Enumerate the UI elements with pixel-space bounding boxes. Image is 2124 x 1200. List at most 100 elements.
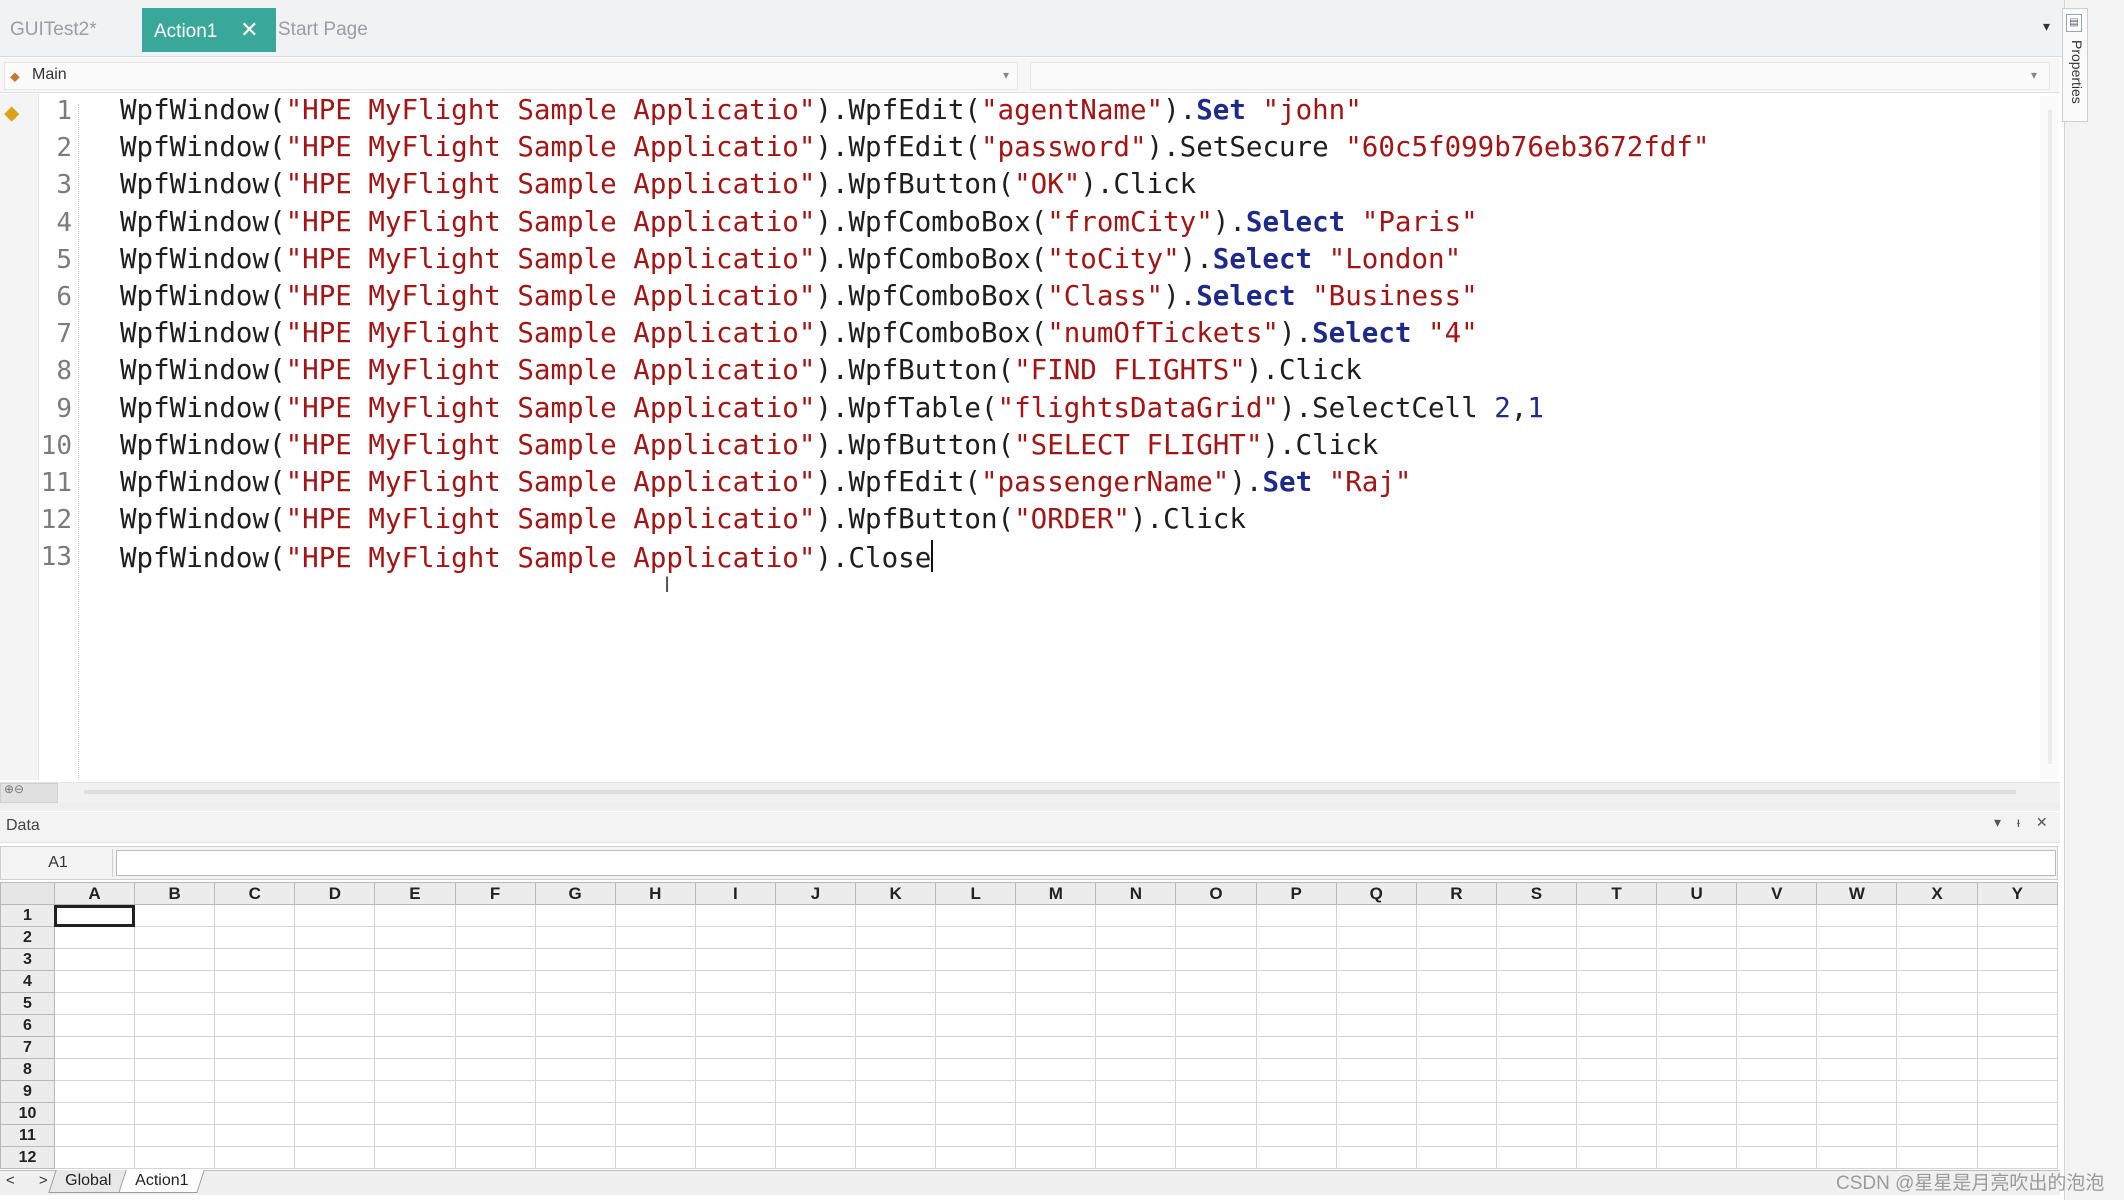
cell[interactable] <box>374 1102 456 1125</box>
cell[interactable] <box>1335 1058 1417 1081</box>
cell[interactable] <box>534 904 616 927</box>
cell[interactable] <box>294 992 376 1015</box>
code-line[interactable]: WpfWindow("HPE MyFlight Sample Applicati… <box>120 466 1411 498</box>
cell[interactable] <box>1495 1146 1578 1169</box>
cell[interactable] <box>1976 970 2059 993</box>
code-line[interactable]: WpfWindow("HPE MyFlight Sample Applicati… <box>120 317 1478 349</box>
cell[interactable] <box>53 1036 136 1059</box>
cell[interactable] <box>855 1124 937 1147</box>
cell[interactable] <box>1736 926 1818 949</box>
cell[interactable] <box>1736 1124 1818 1147</box>
code-line[interactable]: WpfWindow("HPE MyFlight Sample Applicati… <box>120 429 1378 461</box>
cell[interactable] <box>774 1102 857 1125</box>
cell[interactable] <box>1896 1014 1978 1037</box>
cell[interactable] <box>1415 948 1497 971</box>
cell[interactable] <box>1415 926 1497 949</box>
cell[interactable] <box>1095 970 1177 993</box>
cell[interactable] <box>855 1036 937 1059</box>
column-header[interactable]: J <box>774 882 857 905</box>
cell[interactable] <box>53 1146 136 1169</box>
cell[interactable] <box>935 1036 1017 1059</box>
column-header[interactable]: D <box>294 882 376 905</box>
cell[interactable] <box>1576 926 1658 949</box>
cell[interactable] <box>935 1014 1017 1037</box>
cell[interactable] <box>1495 1058 1578 1081</box>
cell[interactable] <box>935 1124 1017 1147</box>
cell[interactable] <box>774 1014 857 1037</box>
cell[interactable] <box>374 1080 456 1103</box>
column-header[interactable]: S <box>1495 882 1578 905</box>
cell[interactable] <box>774 1124 857 1147</box>
spreadsheet[interactable]: A B C D E F G H I J K L M N O P Q R S T U V W X Y 1 2 3 4 5 6 7 8 9 10 11 12 <box>0 882 2059 1169</box>
cell[interactable] <box>1255 904 1337 927</box>
column-header[interactable]: Q <box>1335 882 1417 905</box>
cell[interactable] <box>694 992 776 1015</box>
cell[interactable] <box>855 970 937 993</box>
column-header[interactable]: V <box>1736 882 1818 905</box>
cell[interactable] <box>534 948 616 971</box>
cell[interactable] <box>614 1080 696 1103</box>
cell[interactable] <box>1015 1146 1097 1169</box>
cell[interactable] <box>534 1102 616 1125</box>
cell[interactable] <box>374 1058 456 1081</box>
cell[interactable] <box>1576 904 1658 927</box>
cell[interactable] <box>1095 1124 1177 1147</box>
cell[interactable] <box>134 948 216 971</box>
cell[interactable] <box>1736 1036 1818 1059</box>
cell[interactable] <box>614 1124 696 1147</box>
cell[interactable] <box>1576 970 1658 993</box>
tab-list-dropdown-icon[interactable]: ▾ <box>2043 18 2050 35</box>
cell[interactable] <box>1255 1102 1337 1125</box>
cell[interactable] <box>694 1036 776 1059</box>
horizontal-scroll-thumb[interactable] <box>84 790 2016 794</box>
row-header[interactable]: 5 <box>0 992 55 1015</box>
vertical-scroll-thumb[interactable] <box>2048 110 2052 764</box>
row-header[interactable]: 12 <box>0 1146 55 1169</box>
cell[interactable] <box>1255 948 1337 971</box>
cell[interactable] <box>1015 926 1097 949</box>
row-header[interactable]: 7 <box>0 1036 55 1059</box>
cell[interactable] <box>534 1146 616 1169</box>
cell[interactable] <box>614 1058 696 1081</box>
cell[interactable] <box>1175 970 1257 993</box>
cell[interactable] <box>1255 1058 1337 1081</box>
code-line[interactable]: WpfWindow("HPE MyFlight Sample Applicati… <box>120 243 1461 275</box>
cell[interactable] <box>1335 904 1417 927</box>
cell[interactable] <box>1736 1102 1818 1125</box>
cell[interactable] <box>1656 948 1738 971</box>
column-header[interactable]: U <box>1656 882 1738 905</box>
cell[interactable] <box>1656 904 1738 927</box>
cell[interactable] <box>774 904 857 927</box>
cell[interactable] <box>1415 1102 1497 1125</box>
cell[interactable] <box>134 1102 216 1125</box>
cell[interactable] <box>1576 992 1658 1015</box>
cell[interactable] <box>1736 1080 1818 1103</box>
code-line[interactable]: WpfWindow("HPE MyFlight Sample Applicati… <box>120 540 934 574</box>
cell[interactable] <box>53 1080 136 1103</box>
cell[interactable] <box>1976 1080 2059 1103</box>
cell[interactable] <box>1415 1146 1497 1169</box>
selected-cell[interactable] <box>53 904 136 927</box>
cell[interactable] <box>214 948 296 971</box>
cell[interactable] <box>1175 1058 1257 1081</box>
cell[interactable] <box>935 1102 1017 1125</box>
column-header[interactable]: A <box>53 882 136 905</box>
cell[interactable] <box>134 1080 216 1103</box>
cell[interactable] <box>1175 1146 1257 1169</box>
cell[interactable] <box>134 992 216 1015</box>
cell[interactable] <box>1736 904 1818 927</box>
cell[interactable] <box>935 970 1017 993</box>
column-header[interactable]: G <box>534 882 616 905</box>
code-line[interactable]: WpfWindow("HPE MyFlight Sample Applicati… <box>120 392 1544 424</box>
cell[interactable] <box>694 1080 776 1103</box>
cell[interactable] <box>1335 992 1417 1015</box>
cell[interactable] <box>374 948 456 971</box>
cell[interactable] <box>1095 1014 1177 1037</box>
cell[interactable] <box>214 992 296 1015</box>
cell[interactable] <box>1495 904 1578 927</box>
cell[interactable] <box>694 1146 776 1169</box>
cell[interactable] <box>1816 904 1898 927</box>
cell[interactable] <box>134 926 216 949</box>
cell[interactable] <box>1816 926 1898 949</box>
cell[interactable] <box>855 926 937 949</box>
